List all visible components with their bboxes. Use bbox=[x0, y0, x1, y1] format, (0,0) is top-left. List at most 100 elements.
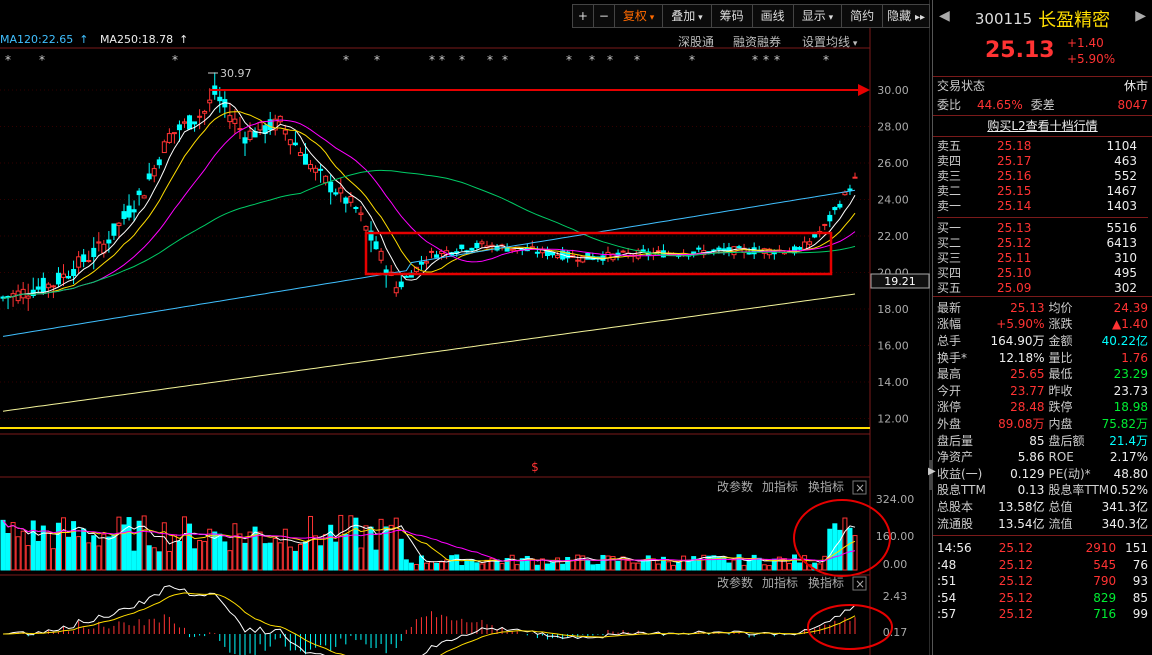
event-star-icon[interactable]: * bbox=[607, 53, 613, 67]
volume-tick-label: 324.00 bbox=[876, 493, 915, 506]
volume-bar bbox=[121, 524, 127, 571]
volume-bar bbox=[398, 538, 404, 571]
stat-label: 总手 bbox=[937, 333, 962, 348]
collapse-arrow-icon[interactable]: ▶ bbox=[928, 466, 936, 477]
event-star-icon[interactable]: * bbox=[439, 53, 445, 67]
volume-bar bbox=[313, 535, 319, 571]
event-star-icon[interactable]: * bbox=[459, 53, 465, 67]
display-label: 显示 bbox=[801, 9, 826, 23]
event-star-icon[interactable]: * bbox=[343, 53, 349, 67]
volume-bar bbox=[449, 555, 455, 571]
chips-button[interactable]: 筹码 bbox=[710, 4, 753, 28]
candle-body bbox=[66, 275, 72, 279]
vol-indicator-link-2[interactable]: 换指标 bbox=[808, 479, 844, 494]
event-star-icon[interactable]: * bbox=[487, 53, 493, 67]
asks-row[interactable]: 卖四 25.17 463 bbox=[937, 154, 1148, 169]
asks-row[interactable]: 卖二 25.15 1467 bbox=[937, 184, 1148, 199]
candle-body bbox=[171, 132, 177, 135]
price-tick-label: 22.00 bbox=[877, 230, 909, 243]
event-star-icon[interactable]: * bbox=[502, 53, 508, 67]
display-button[interactable]: 显示 ▾ bbox=[792, 4, 843, 28]
next-stock-icon[interactable]: ▶ bbox=[1135, 8, 1146, 24]
overlay-button[interactable]: 叠加 ▾ bbox=[662, 4, 712, 28]
event-star-icon[interactable]: * bbox=[5, 53, 11, 67]
volume-bar bbox=[257, 531, 263, 571]
ma250-label: MA250:18.78 bbox=[99, 33, 174, 46]
vol-indicator-link-1[interactable]: 加指标 bbox=[762, 479, 798, 494]
asks-row[interactable]: 卖三 25.16 552 bbox=[937, 169, 1148, 184]
volume-bar bbox=[827, 528, 833, 571]
dividend-marker-icon[interactable]: $ bbox=[531, 460, 539, 474]
zoom-in-button[interactable]: + bbox=[571, 4, 594, 28]
stat-value: 21.4万 bbox=[1109, 433, 1148, 448]
tick-row: :54 25.12 829 85 bbox=[937, 590, 1148, 607]
volume-bar bbox=[786, 563, 792, 571]
vol-indicator-link-0[interactable]: 改参数 bbox=[717, 479, 753, 494]
tick-volume: 545 bbox=[1093, 557, 1117, 572]
bids-row[interactable]: 买二 25.12 6413 bbox=[937, 236, 1148, 251]
event-star-icon[interactable]: * bbox=[634, 53, 640, 67]
event-star-icon[interactable]: * bbox=[374, 53, 380, 67]
candle-body bbox=[721, 248, 727, 251]
stats-row: 涨停 28.48 跌停 18.98 bbox=[937, 400, 1148, 417]
asks-row[interactable]: 卖一 25.14 1403 bbox=[937, 199, 1148, 214]
buy-l2-link[interactable]: 购买L2查看十档行情 bbox=[933, 116, 1152, 136]
event-star-icon[interactable]: * bbox=[752, 53, 758, 67]
bids-row[interactable]: 买四 25.10 495 bbox=[937, 266, 1148, 281]
candle-body bbox=[40, 277, 46, 293]
event-star-icon[interactable]: * bbox=[774, 53, 780, 67]
macd-indicator-link-1[interactable]: 加指标 bbox=[762, 575, 798, 590]
stat-value: 48.80 bbox=[1113, 466, 1148, 481]
candle-body bbox=[323, 175, 329, 184]
macd-dif-line bbox=[2, 585, 856, 655]
macd-indicator-link-0[interactable]: 改参数 bbox=[717, 575, 753, 590]
bids-row[interactable]: 买三 25.11 310 bbox=[937, 251, 1148, 266]
candle-body bbox=[696, 247, 702, 250]
stat-value: 18.98 bbox=[1113, 400, 1148, 415]
event-star-icon[interactable]: * bbox=[172, 53, 178, 67]
kline-chart-area[interactable]: 30.00 28.00 26.00 24.00 22.00 20.00 18.00 16.00… bbox=[0, 0, 930, 655]
stat-value: 23.73 bbox=[1113, 383, 1148, 398]
stats-row: 净资产 5.86 ROE 2.17% bbox=[937, 449, 1148, 466]
tick-list[interactable]: 14:56 25.12 2910 151:48 25.12 545 76:51 25.12 79… bbox=[933, 536, 1152, 623]
asks-row[interactable]: 卖五 25.18 1104 bbox=[937, 139, 1148, 154]
draw-line-button[interactable]: 画线 bbox=[751, 4, 794, 28]
close-icon[interactable]: × bbox=[855, 481, 865, 495]
event-star-icon[interactable]: * bbox=[823, 53, 829, 67]
event-star-icon[interactable]: * bbox=[429, 53, 435, 67]
bids-row[interactable]: 买一 25.13 5516 bbox=[937, 221, 1148, 236]
simple-mode-button[interactable]: 简约 bbox=[841, 4, 884, 28]
asks-price: 25.18 bbox=[997, 139, 1032, 153]
volume-bar bbox=[544, 563, 550, 571]
hk-connect-link[interactable]: 深股通 bbox=[678, 33, 714, 50]
stat-label: 股息TTM bbox=[937, 483, 986, 498]
fuquan-button[interactable]: 复权 ▾ bbox=[613, 4, 664, 28]
macd-tick-label: 2.43 bbox=[883, 590, 908, 603]
margin-trading-link[interactable]: 融资融券 bbox=[733, 33, 781, 50]
ma-settings-label: 设置均线 bbox=[802, 35, 851, 49]
event-star-icon[interactable]: * bbox=[689, 53, 695, 67]
price-tick-label: 30.00 bbox=[877, 84, 909, 97]
event-star-icon[interactable]: * bbox=[39, 53, 45, 67]
prev-stock-icon[interactable]: ◀ bbox=[939, 8, 950, 24]
kline-svg[interactable]: 30.0028.0026.0024.0022.0020.0018.0016.00… bbox=[0, 0, 930, 655]
event-star-icon[interactable]: * bbox=[566, 53, 572, 67]
volume-bar bbox=[454, 554, 460, 571]
stats-table: 最新 25.13 均价 24.39 涨幅 +5.90% 涨跌 ▲1.40 总手 164.90万 金额… bbox=[933, 297, 1152, 532]
volume-bar bbox=[151, 547, 157, 571]
bids-label: 买三 bbox=[937, 251, 962, 265]
stock-code: 300115 bbox=[974, 10, 1033, 28]
bids-price: 25.10 bbox=[997, 266, 1032, 280]
ma-settings-link[interactable]: 设置均线 ▾ bbox=[802, 33, 857, 50]
event-star-icon[interactable]: * bbox=[763, 53, 769, 67]
volume-bar bbox=[691, 556, 697, 571]
volume-bar bbox=[439, 561, 445, 571]
zoom-out-button[interactable]: − bbox=[592, 4, 615, 28]
chevron-down-icon: ▾ bbox=[825, 13, 834, 23]
close-icon[interactable]: × bbox=[855, 577, 865, 591]
hide-button[interactable]: 隐藏 ▸▸ bbox=[882, 4, 930, 28]
tick-volume: 2910 bbox=[1085, 541, 1117, 556]
macd-indicator-link-2[interactable]: 换指标 bbox=[808, 575, 844, 590]
event-star-icon[interactable]: * bbox=[589, 53, 595, 67]
bids-row[interactable]: 买五 25.09 302 bbox=[937, 281, 1148, 296]
